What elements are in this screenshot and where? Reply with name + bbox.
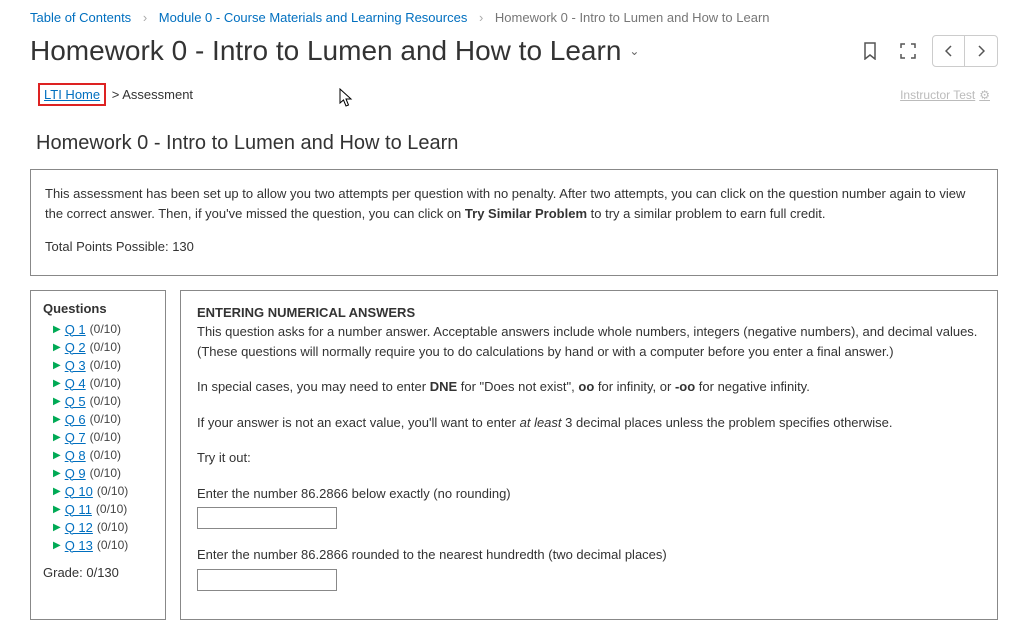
breadcrumb: Table of Contents › Module 0 - Course Ma… bbox=[0, 0, 1028, 31]
play-icon: ▶ bbox=[53, 468, 61, 479]
play-icon: ▶ bbox=[53, 414, 61, 425]
play-icon: ▶ bbox=[53, 504, 61, 515]
play-icon: ▶ bbox=[53, 378, 61, 389]
question-points: (0/10) bbox=[90, 376, 121, 390]
question-points: (0/10) bbox=[90, 466, 121, 480]
play-icon: ▶ bbox=[53, 360, 61, 371]
question-p1: This question asks for a number answer. … bbox=[197, 322, 981, 361]
question-item: ▶ Q 10 (0/10) bbox=[53, 484, 153, 499]
question-points: (0/10) bbox=[90, 358, 121, 372]
question-item: ▶ Q 13 (0/10) bbox=[53, 538, 153, 553]
fullscreen-icon[interactable] bbox=[894, 37, 922, 65]
question-heading: ENTERING NUMERICAL ANSWERS bbox=[197, 303, 981, 323]
play-icon: ▶ bbox=[53, 522, 61, 533]
separator: > bbox=[112, 87, 123, 102]
instructor-link[interactable]: Instructor Test ⚙ bbox=[900, 88, 990, 102]
question-points: (0/10) bbox=[97, 520, 128, 534]
question-points: (0/10) bbox=[90, 412, 121, 426]
play-icon: ▶ bbox=[53, 450, 61, 461]
question-item: ▶ Q 12 (0/10) bbox=[53, 520, 153, 535]
answer-input-1[interactable] bbox=[197, 507, 337, 529]
assessment-label: Assessment bbox=[122, 87, 193, 102]
chevron-down-icon[interactable]: ⌄ bbox=[629, 44, 639, 58]
questions-panel: Questions ▶ Q 1 (0/10) ▶ Q 2 (0/10) ▶ Q 3 (0/… bbox=[30, 290, 166, 620]
question-link[interactable]: Q 13 bbox=[65, 538, 93, 553]
question-body: ENTERING NUMERICAL ANSWERS This question… bbox=[180, 290, 998, 620]
gear-icon[interactable]: ⚙ bbox=[979, 88, 990, 102]
prev-button[interactable] bbox=[933, 36, 965, 66]
play-icon: ▶ bbox=[53, 396, 61, 407]
question-points: (0/10) bbox=[90, 430, 121, 444]
question-link[interactable]: Q 5 bbox=[65, 394, 86, 409]
question-p3: If your answer is not an exact value, yo… bbox=[197, 413, 981, 433]
question-link[interactable]: Q 2 bbox=[65, 340, 86, 355]
breadcrumb-module[interactable]: Module 0 - Course Materials and Learning… bbox=[159, 10, 468, 25]
question-item: ▶ Q 11 (0/10) bbox=[53, 502, 153, 517]
question-link[interactable]: Q 10 bbox=[65, 484, 93, 499]
question-item: ▶ Q 7 (0/10) bbox=[53, 430, 153, 445]
assessment-info-box: This assessment has been set up to allow… bbox=[30, 169, 998, 276]
question-points: (0/10) bbox=[97, 538, 128, 552]
question-points: (0/10) bbox=[90, 322, 121, 336]
play-icon: ▶ bbox=[53, 342, 61, 353]
play-icon: ▶ bbox=[53, 432, 61, 443]
bookmark-icon[interactable] bbox=[856, 37, 884, 65]
question-item: ▶ Q 5 (0/10) bbox=[53, 394, 153, 409]
question-link[interactable]: Q 6 bbox=[65, 412, 86, 427]
lti-home-link[interactable]: LTI Home bbox=[38, 83, 106, 106]
play-icon: ▶ bbox=[53, 540, 61, 551]
questions-header: Questions bbox=[43, 301, 153, 316]
question-points: (0/10) bbox=[90, 394, 121, 408]
section-title: Homework 0 - Intro to Lumen and How to L… bbox=[30, 112, 998, 163]
question-link[interactable]: Q 11 bbox=[65, 502, 92, 517]
page-title: Homework 0 - Intro to Lumen and How to L… bbox=[30, 35, 639, 67]
sub-breadcrumb: LTI Home > Assessment Instructor Test ⚙ bbox=[30, 77, 998, 112]
question-points: (0/10) bbox=[97, 484, 128, 498]
question-link[interactable]: Q 8 bbox=[65, 448, 86, 463]
grade-line: Grade: 0/130 bbox=[43, 565, 153, 580]
nav-pager bbox=[932, 35, 998, 67]
question-item: ▶ Q 1 (0/10) bbox=[53, 322, 153, 337]
prompt-1: Enter the number 86.2866 below exactly (… bbox=[197, 484, 981, 504]
instructor-text: Instructor Test bbox=[900, 88, 975, 102]
total-points: Total Points Possible: 130 bbox=[45, 237, 983, 257]
question-item: ▶ Q 8 (0/10) bbox=[53, 448, 153, 463]
breadcrumb-toc[interactable]: Table of Contents bbox=[30, 10, 131, 25]
question-points: (0/10) bbox=[90, 448, 121, 462]
question-link[interactable]: Q 3 bbox=[65, 358, 86, 373]
question-link[interactable]: Q 12 bbox=[65, 520, 93, 535]
question-link[interactable]: Q 1 bbox=[65, 322, 86, 337]
play-icon: ▶ bbox=[53, 324, 61, 335]
breadcrumb-current: Homework 0 - Intro to Lumen and How to L… bbox=[495, 10, 770, 25]
page-title-text: Homework 0 - Intro to Lumen and How to L… bbox=[30, 35, 621, 67]
next-button[interactable] bbox=[965, 36, 997, 66]
question-item: ▶ Q 2 (0/10) bbox=[53, 340, 153, 355]
play-icon: ▶ bbox=[53, 486, 61, 497]
question-item: ▶ Q 4 (0/10) bbox=[53, 376, 153, 391]
question-link[interactable]: Q 7 bbox=[65, 430, 86, 445]
question-link[interactable]: Q 9 bbox=[65, 466, 86, 481]
chevron-right-icon: › bbox=[479, 10, 483, 25]
info-line1: This assessment has been set up to allow… bbox=[45, 184, 983, 223]
title-actions bbox=[856, 35, 998, 67]
prompt-2: Enter the number 86.2866 rounded to the … bbox=[197, 545, 981, 565]
question-item: ▶ Q 3 (0/10) bbox=[53, 358, 153, 373]
question-link[interactable]: Q 4 bbox=[65, 376, 86, 391]
question-points: (0/10) bbox=[96, 502, 127, 516]
question-item: ▶ Q 9 (0/10) bbox=[53, 466, 153, 481]
answer-input-2[interactable] bbox=[197, 569, 337, 591]
question-p4: Try it out: bbox=[197, 448, 981, 468]
question-p2: In special cases, you may need to enter … bbox=[197, 377, 981, 397]
question-points: (0/10) bbox=[90, 340, 121, 354]
chevron-right-icon: › bbox=[143, 10, 147, 25]
question-item: ▶ Q 6 (0/10) bbox=[53, 412, 153, 427]
